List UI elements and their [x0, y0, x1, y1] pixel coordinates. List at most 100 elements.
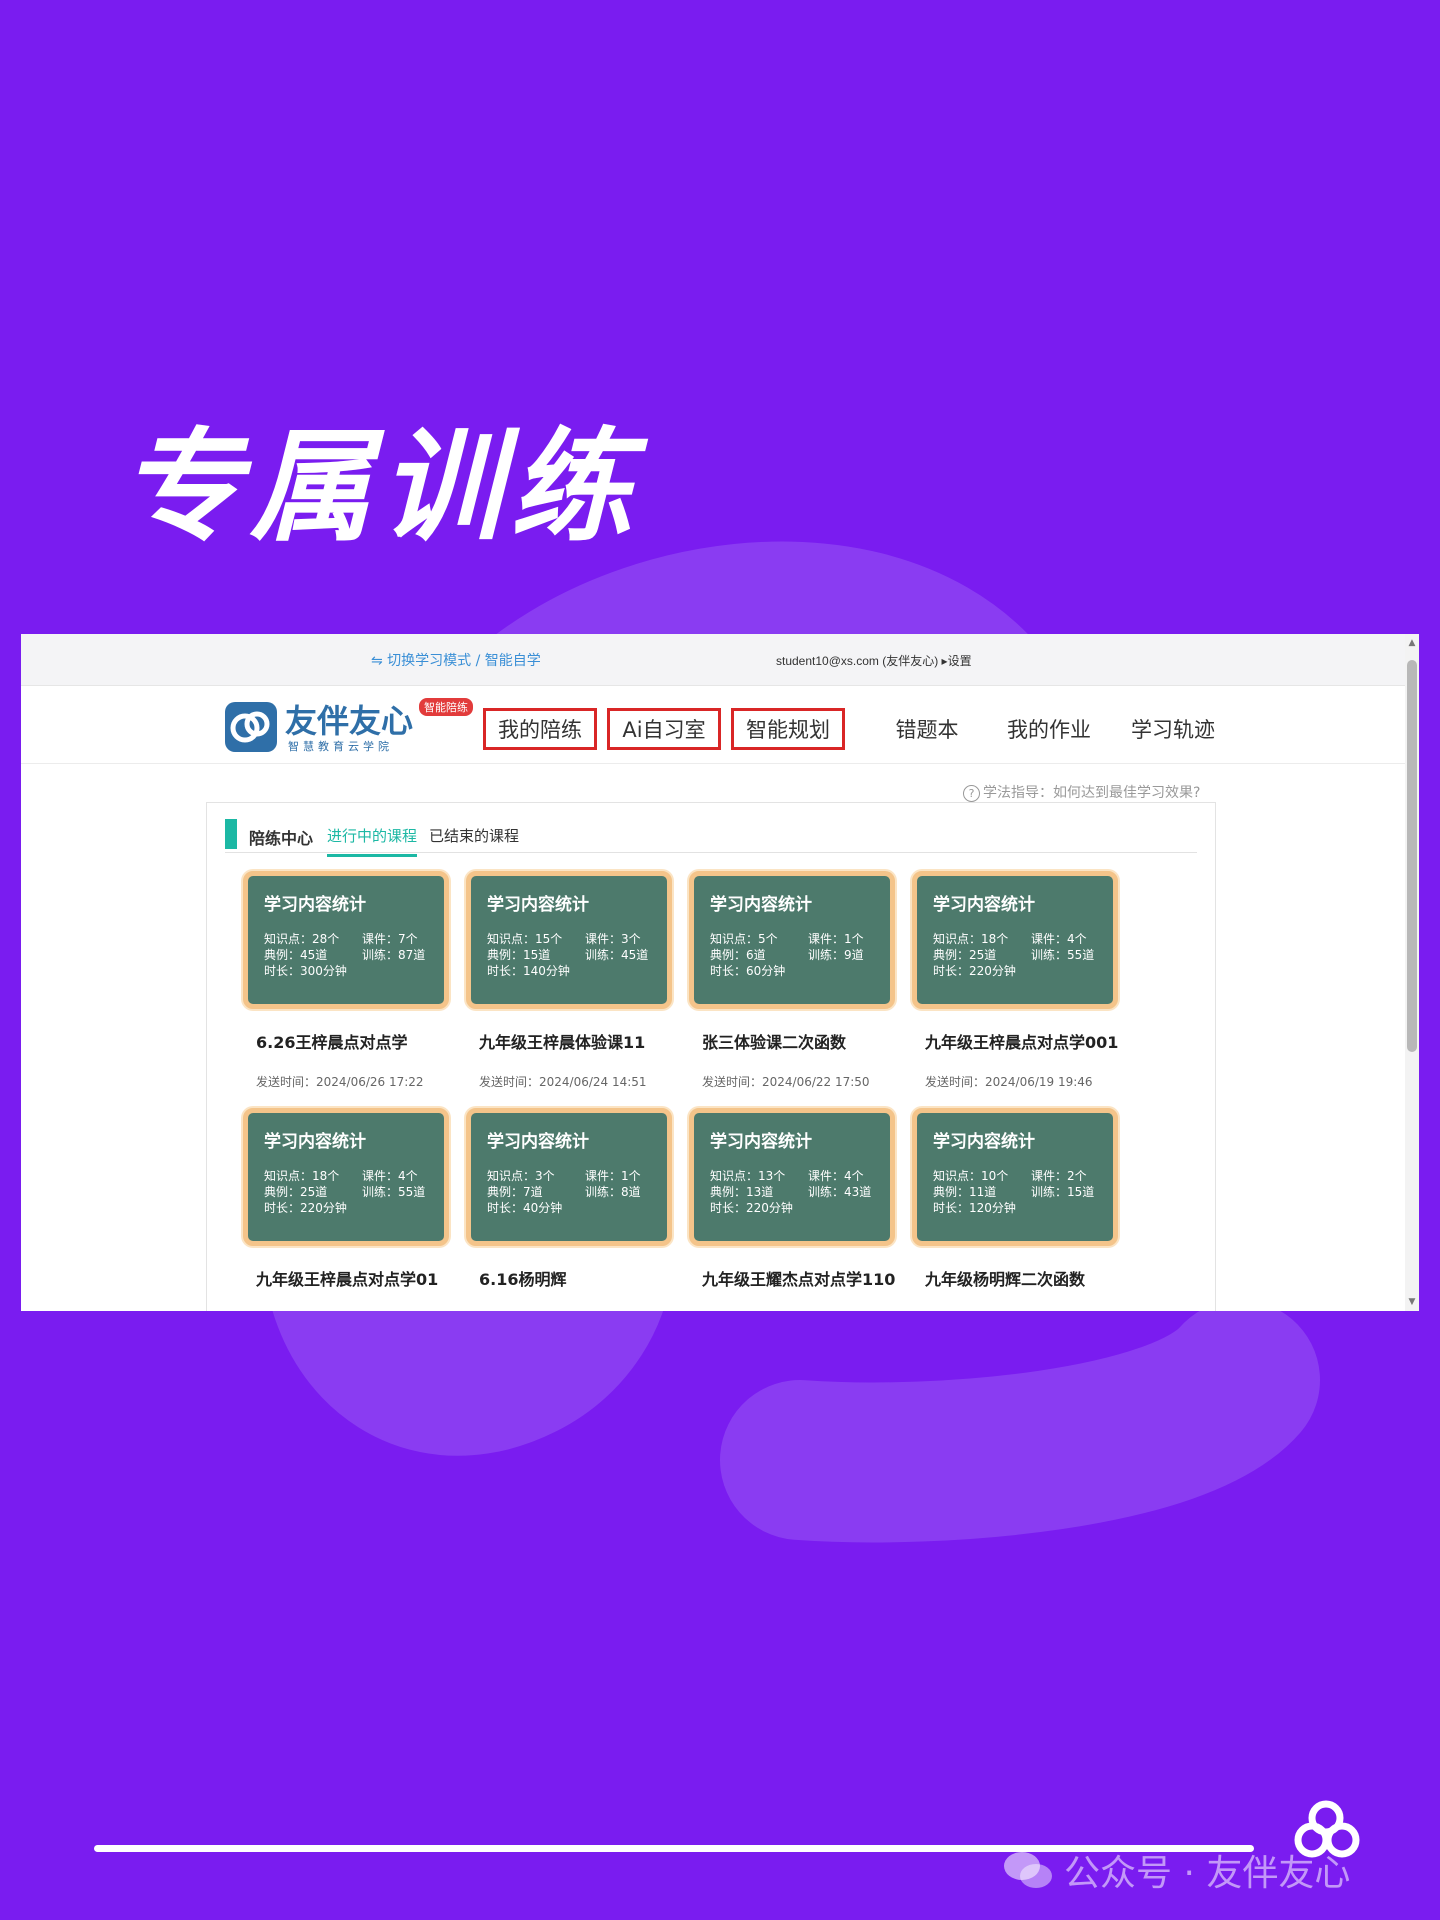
- course-name[interactable]: 张三体验课二次函数: [702, 1029, 846, 1053]
- stat-examples: 典例：11道: [933, 1185, 997, 1199]
- brand-logo-icon: [225, 702, 277, 752]
- stat-examples: 典例：7道: [487, 1185, 543, 1199]
- stat-knowledge: 知识点：10个: [933, 1169, 1009, 1183]
- course-name[interactable]: 6.26王梓晨点对点学: [256, 1029, 407, 1053]
- stat-knowledge: 知识点：28个: [264, 932, 340, 946]
- card-stats: 知识点：13个 课件：4个 典例：13道 训练：43道 时长：220分钟: [710, 1168, 886, 1216]
- stat-duration: 时长：220分钟: [933, 964, 1016, 978]
- nav-learning-track[interactable]: 学习轨迹: [1113, 708, 1233, 750]
- stat-training: 训练：43道: [808, 1185, 872, 1199]
- course-card-8[interactable]: 学习内容统计 知识点：10个 课件：2个 典例：11道 训练：15道 时长：120分…: [912, 1108, 1118, 1246]
- stat-duration: 时长：140分钟: [487, 964, 570, 978]
- study-guide-text: 学法指导：如何达到最佳学习效果?: [983, 785, 1201, 801]
- card-title: 学习内容统计: [487, 895, 589, 915]
- stat-training: 训练：55道: [362, 1185, 426, 1199]
- brand-badge: 智能陪练: [419, 698, 473, 716]
- stat-examples: 典例：25道: [933, 948, 997, 962]
- course-card-2[interactable]: 学习内容统计 知识点：15个 课件：3个 典例：15道 训练：45道 时长：140分…: [466, 871, 672, 1009]
- stat-training: 训练：8道: [585, 1185, 641, 1199]
- sent-time: 发送时间：2024/06/22 17:50: [702, 1075, 870, 1089]
- nav-my-homework[interactable]: 我的作业: [989, 708, 1109, 750]
- sent-time: 发送时间：2024/06/24 14:51: [479, 1075, 647, 1089]
- stat-duration: 时长：60分钟: [710, 964, 786, 978]
- tab-row: 陪练中心 进行中的课程 已结束的课程: [225, 817, 1197, 857]
- stat-duration: 时长：220分钟: [264, 1201, 347, 1215]
- wechat-icon: [1004, 1852, 1052, 1888]
- nav-ai-study-room[interactable]: Ai自习室: [607, 708, 721, 750]
- stat-knowledge: 知识点：3个: [487, 1169, 555, 1183]
- stat-training: 训练：9道: [808, 948, 864, 962]
- card-title: 学习内容统计: [933, 1132, 1035, 1152]
- stat-duration: 时长：40分钟: [487, 1201, 563, 1215]
- course-name[interactable]: 九年级王梓晨点对点学01: [256, 1266, 438, 1290]
- sent-time: 发送时间：2024/06/26 17:22: [256, 1075, 424, 1089]
- course-card-7[interactable]: 学习内容统计 知识点：13个 课件：4个 典例：13道 训练：43道 时长：220分…: [689, 1108, 895, 1246]
- tab-ongoing-courses[interactable]: 进行中的课程: [327, 825, 418, 857]
- brand-corner-logo-icon: [1294, 1800, 1360, 1858]
- sent-time: 发送时间：2024/06/19 19:46: [925, 1075, 1093, 1089]
- course-card-3[interactable]: 学习内容统计 知识点：5个 课件：1个 典例：6道 训练：9道 时长：60分钟: [689, 871, 895, 1009]
- stat-examples: 典例：13道: [710, 1185, 774, 1199]
- stat-knowledge: 知识点：18个: [264, 1169, 340, 1183]
- card-stats: 知识点：28个 课件：7个 典例：45道 训练：87道 时长：300分钟: [264, 931, 440, 979]
- course-name[interactable]: 九年级杨明辉二次函数: [925, 1266, 1085, 1290]
- stat-courseware: 课件：4个: [808, 1169, 864, 1183]
- stat-examples: 典例：6道: [710, 948, 766, 962]
- card-stats: 知识点：10个 课件：2个 典例：11道 训练：15道 时长：120分钟: [933, 1168, 1109, 1216]
- course-card-4[interactable]: 学习内容统计 知识点：18个 课件：4个 典例：25道 训练：55道 时长：220分…: [912, 871, 1118, 1009]
- card-title: 学习内容统计: [710, 1132, 812, 1152]
- user-settings-link[interactable]: student10@xs.com (友伴友心) ▸设置: [776, 652, 972, 669]
- card-title: 学习内容统计: [487, 1132, 589, 1152]
- course-name[interactable]: 九年级王梓晨体验课11: [479, 1029, 645, 1053]
- switch-mode-link[interactable]: ⇋ 切换学习模式 / 智能自学: [371, 650, 541, 670]
- card-stats: 知识点：18个 课件：4个 典例：25道 训练：55道 时长：220分钟: [264, 1168, 440, 1216]
- card-stats: 知识点：15个 课件：3个 典例：15道 训练：45道 时长：140分钟: [487, 931, 663, 979]
- stat-training: 训练：55道: [1031, 948, 1095, 962]
- course-card-1[interactable]: 学习内容统计 知识点：28个 课件：7个 典例：45道 训练：87道 时长：300分…: [243, 871, 449, 1009]
- question-icon: ?: [963, 785, 980, 802]
- screenshot-panel: ⇋ 切换学习模式 / 智能自学 student10@xs.com (友伴友心) …: [21, 634, 1419, 1311]
- stat-knowledge: 知识点：13个: [710, 1169, 786, 1183]
- card-stats: 知识点：3个 课件：1个 典例：7道 训练：8道 时长：40分钟: [487, 1168, 663, 1216]
- study-guide-link[interactable]: ? 学法指导：如何达到最佳学习效果?: [963, 782, 1200, 802]
- card-stats: 知识点：5个 课件：1个 典例：6道 训练：9道 时长：60分钟: [710, 931, 886, 979]
- stat-courseware: 课件：4个: [1031, 932, 1087, 946]
- stat-duration: 时长：120分钟: [933, 1201, 1016, 1215]
- stat-knowledge: 知识点：18个: [933, 932, 1009, 946]
- stat-courseware: 课件：4个: [362, 1169, 418, 1183]
- nav-mistake-book[interactable]: 错题本: [877, 708, 977, 750]
- brand-name: 友伴友心: [285, 702, 414, 740]
- top-bar: ⇋ 切换学习模式 / 智能自学 student10@xs.com (友伴友心) …: [21, 634, 1419, 686]
- stat-examples: 典例：25道: [264, 1185, 328, 1199]
- course-card-5[interactable]: 学习内容统计 知识点：18个 课件：4个 典例：25道 训练：55道 时长：220分…: [243, 1108, 449, 1246]
- course-name[interactable]: 6.16杨明辉: [479, 1266, 566, 1290]
- nav-smart-planning[interactable]: 智能规划: [731, 708, 845, 750]
- stat-courseware: 课件：2个: [1031, 1169, 1087, 1183]
- stat-training: 训练：87道: [362, 948, 426, 962]
- main-nav: 友伴友心 智慧教育云学院 智能陪练 我的陪练 Ai自习室 智能规划 错题本 我的…: [21, 686, 1405, 764]
- practice-center: 陪练中心 进行中的课程 已结束的课程 学习内容统计 知识点：28个 课件：7个 典…: [206, 802, 1216, 1311]
- course-card-6[interactable]: 学习内容统计 知识点：3个 课件：1个 典例：7道 训练：8道 时长：40分钟: [466, 1108, 672, 1246]
- scrollbar-thumb[interactable]: [1407, 660, 1417, 1052]
- course-name[interactable]: 九年级王耀杰点对点学110: [702, 1266, 895, 1290]
- scroll-up-icon[interactable]: ▲: [1407, 638, 1417, 648]
- stat-knowledge: 知识点：5个: [710, 932, 778, 946]
- stat-courseware: 课件：1个: [808, 932, 864, 946]
- stat-courseware: 课件：1个: [585, 1169, 641, 1183]
- scroll-down-icon[interactable]: ▼: [1407, 1297, 1417, 1307]
- stat-examples: 典例：15道: [487, 948, 551, 962]
- card-title: 学习内容统计: [264, 895, 366, 915]
- section-marker: [225, 819, 237, 849]
- tab-finished-courses[interactable]: 已结束的课程: [429, 825, 519, 854]
- hero-title: 专属训练: [120, 416, 640, 558]
- section-heading: 陪练中心: [249, 829, 314, 848]
- stat-knowledge: 知识点：15个: [487, 932, 563, 946]
- card-title: 学习内容统计: [264, 1132, 366, 1152]
- stat-training: 训练：15道: [1031, 1185, 1095, 1199]
- brand-subtitle: 智慧教育云学院: [288, 740, 393, 753]
- scrollbar[interactable]: ▲ ▼: [1405, 634, 1419, 1311]
- stat-examples: 典例：45道: [264, 948, 328, 962]
- course-name[interactable]: 九年级王梓晨点对点学001: [925, 1029, 1118, 1053]
- stat-duration: 时长：220分钟: [710, 1201, 793, 1215]
- nav-my-practice[interactable]: 我的陪练: [483, 708, 597, 750]
